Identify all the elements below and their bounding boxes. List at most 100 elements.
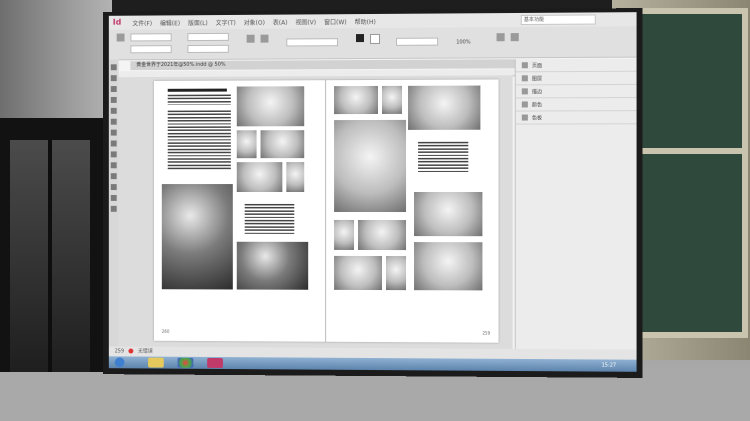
- photo-crowd: [358, 219, 407, 251]
- photo-figure: [260, 130, 305, 159]
- stroke-swatch-icon[interactable]: [370, 33, 380, 44]
- workspace-switcher[interactable]: 基本功能: [520, 14, 596, 26]
- shear-icon[interactable]: [260, 34, 269, 43]
- control-panel: 100%: [108, 26, 637, 61]
- photo-cloud-umbrella: [236, 86, 305, 127]
- page-tool-icon[interactable]: [110, 86, 117, 93]
- selection-tool-icon[interactable]: [110, 64, 117, 71]
- floor: [0, 372, 750, 421]
- preflight-status-icon: [128, 348, 134, 354]
- rectangle-tool-icon[interactable]: [110, 151, 117, 158]
- body-text-right: [418, 141, 469, 174]
- menu-edit[interactable]: 编辑(E): [160, 18, 180, 27]
- zoom-level[interactable]: 100%: [456, 39, 470, 45]
- body-text-column: [167, 110, 231, 171]
- photo-narrow: [286, 162, 305, 193]
- align-icon[interactable]: [496, 33, 505, 42]
- panel-dock: 页面 图层 描边 颜色 色板: [514, 58, 637, 360]
- distribute-icon[interactable]: [510, 33, 519, 42]
- right-folio: 259: [482, 330, 491, 336]
- y-field[interactable]: [130, 45, 172, 54]
- hand-tool-icon[interactable]: [110, 194, 117, 201]
- panel-label: 颜色: [531, 101, 543, 108]
- free-transform-tool-icon[interactable]: [110, 173, 117, 180]
- swatches-icon: [521, 114, 528, 121]
- clock: 15:27: [601, 362, 617, 369]
- photo-top-middle: [381, 85, 403, 114]
- window-mullion: [48, 140, 52, 380]
- window: [0, 118, 108, 398]
- panel-pages[interactable]: 页面: [515, 58, 637, 73]
- pen-tool-icon[interactable]: [110, 118, 117, 125]
- width-field[interactable]: [187, 32, 229, 42]
- caption-text: [244, 203, 295, 234]
- x-field[interactable]: [130, 33, 172, 42]
- windows-taskbar: 15:27: [108, 356, 637, 372]
- photo-hat-sky: [414, 242, 483, 291]
- menu-window[interactable]: 窗口(W): [324, 17, 347, 26]
- menu-help[interactable]: 帮助(H): [355, 16, 376, 25]
- type-tool-icon[interactable]: [110, 96, 117, 103]
- page-spread[interactable]: 260 259: [153, 79, 499, 343]
- menu-table[interactable]: 表(A): [273, 17, 288, 26]
- panel-stroke[interactable]: 描边: [515, 84, 637, 99]
- spine: [325, 80, 327, 342]
- line-tool-icon[interactable]: [110, 107, 117, 114]
- menu-object[interactable]: 对象(O): [244, 17, 265, 26]
- indesign-logo-icon: Id: [112, 17, 122, 27]
- indesign-taskbar-icon[interactable]: [207, 357, 223, 368]
- photo-splash: [334, 119, 407, 213]
- page-number-field[interactable]: 259: [115, 348, 124, 354]
- color-icon: [521, 101, 528, 108]
- panel-layers[interactable]: 图层: [515, 71, 637, 86]
- panel-label: 色板: [531, 114, 543, 122]
- panel-label: 描边: [531, 88, 543, 95]
- photo-field: [334, 255, 382, 291]
- photo-tree-figure: [414, 191, 483, 237]
- stroke-weight-field[interactable]: [286, 38, 339, 47]
- direct-selection-tool-icon[interactable]: [110, 75, 117, 82]
- photo-standing-man: [236, 162, 283, 193]
- start-button-icon[interactable]: [114, 357, 125, 368]
- stroke-icon: [521, 88, 528, 95]
- menu-file[interactable]: 文件(F): [132, 18, 152, 27]
- intro-text: [167, 94, 231, 105]
- chalkboard: [632, 8, 748, 338]
- layers-icon: [521, 75, 528, 82]
- pages-icon: [521, 62, 528, 69]
- pasteboard[interactable]: 260 259: [118, 75, 513, 349]
- menu-layout[interactable]: 版面(L): [188, 18, 208, 27]
- left-folio: 260: [161, 328, 170, 334]
- menu-view[interactable]: 视图(V): [295, 17, 316, 26]
- height-field[interactable]: [187, 44, 229, 53]
- photo-suited-men: [236, 241, 309, 290]
- zoom-tool-icon[interactable]: [110, 205, 117, 212]
- menu-type[interactable]: 文字(T): [216, 17, 236, 26]
- chalkboard-divider: [632, 148, 748, 154]
- photo-small-right: [334, 219, 355, 250]
- file-explorer-icon[interactable]: [148, 357, 164, 368]
- tools-panel: [108, 59, 119, 357]
- photo-top-left: [334, 85, 378, 115]
- document-tab[interactable]: 黄金世界于2021年@50%.indd @ 50%: [130, 59, 529, 71]
- headline: [167, 88, 227, 92]
- scissors-tool-icon[interactable]: [110, 162, 117, 169]
- panel-swatches[interactable]: 色板: [515, 111, 637, 125]
- photo-narrow-right: [386, 256, 407, 291]
- panel-label: 图层: [531, 75, 543, 82]
- panel-color[interactable]: 颜色: [515, 98, 637, 112]
- projector-screen: Id 文件(F) 编辑(E) 版面(L) 文字(T) 对象(O) 表(A) 视图…: [102, 8, 643, 378]
- gradient-tool-icon[interactable]: [110, 184, 117, 191]
- selection-icon[interactable]: [116, 33, 125, 42]
- pencil-tool-icon[interactable]: [110, 129, 117, 136]
- rotate-icon[interactable]: [246, 34, 255, 43]
- browser-icon[interactable]: [177, 357, 194, 368]
- opacity-field[interactable]: [396, 37, 439, 46]
- rectangle-frame-tool-icon[interactable]: [110, 140, 117, 147]
- fill-swatch-icon[interactable]: [356, 34, 365, 43]
- photo-man-with-kite: [161, 184, 233, 290]
- panel-label: 页面: [531, 62, 543, 69]
- projected-display: Id 文件(F) 编辑(E) 版面(L) 文字(T) 对象(O) 表(A) 视图…: [108, 12, 637, 372]
- photo-box-window: [408, 85, 481, 130]
- photo-small: [236, 130, 257, 159]
